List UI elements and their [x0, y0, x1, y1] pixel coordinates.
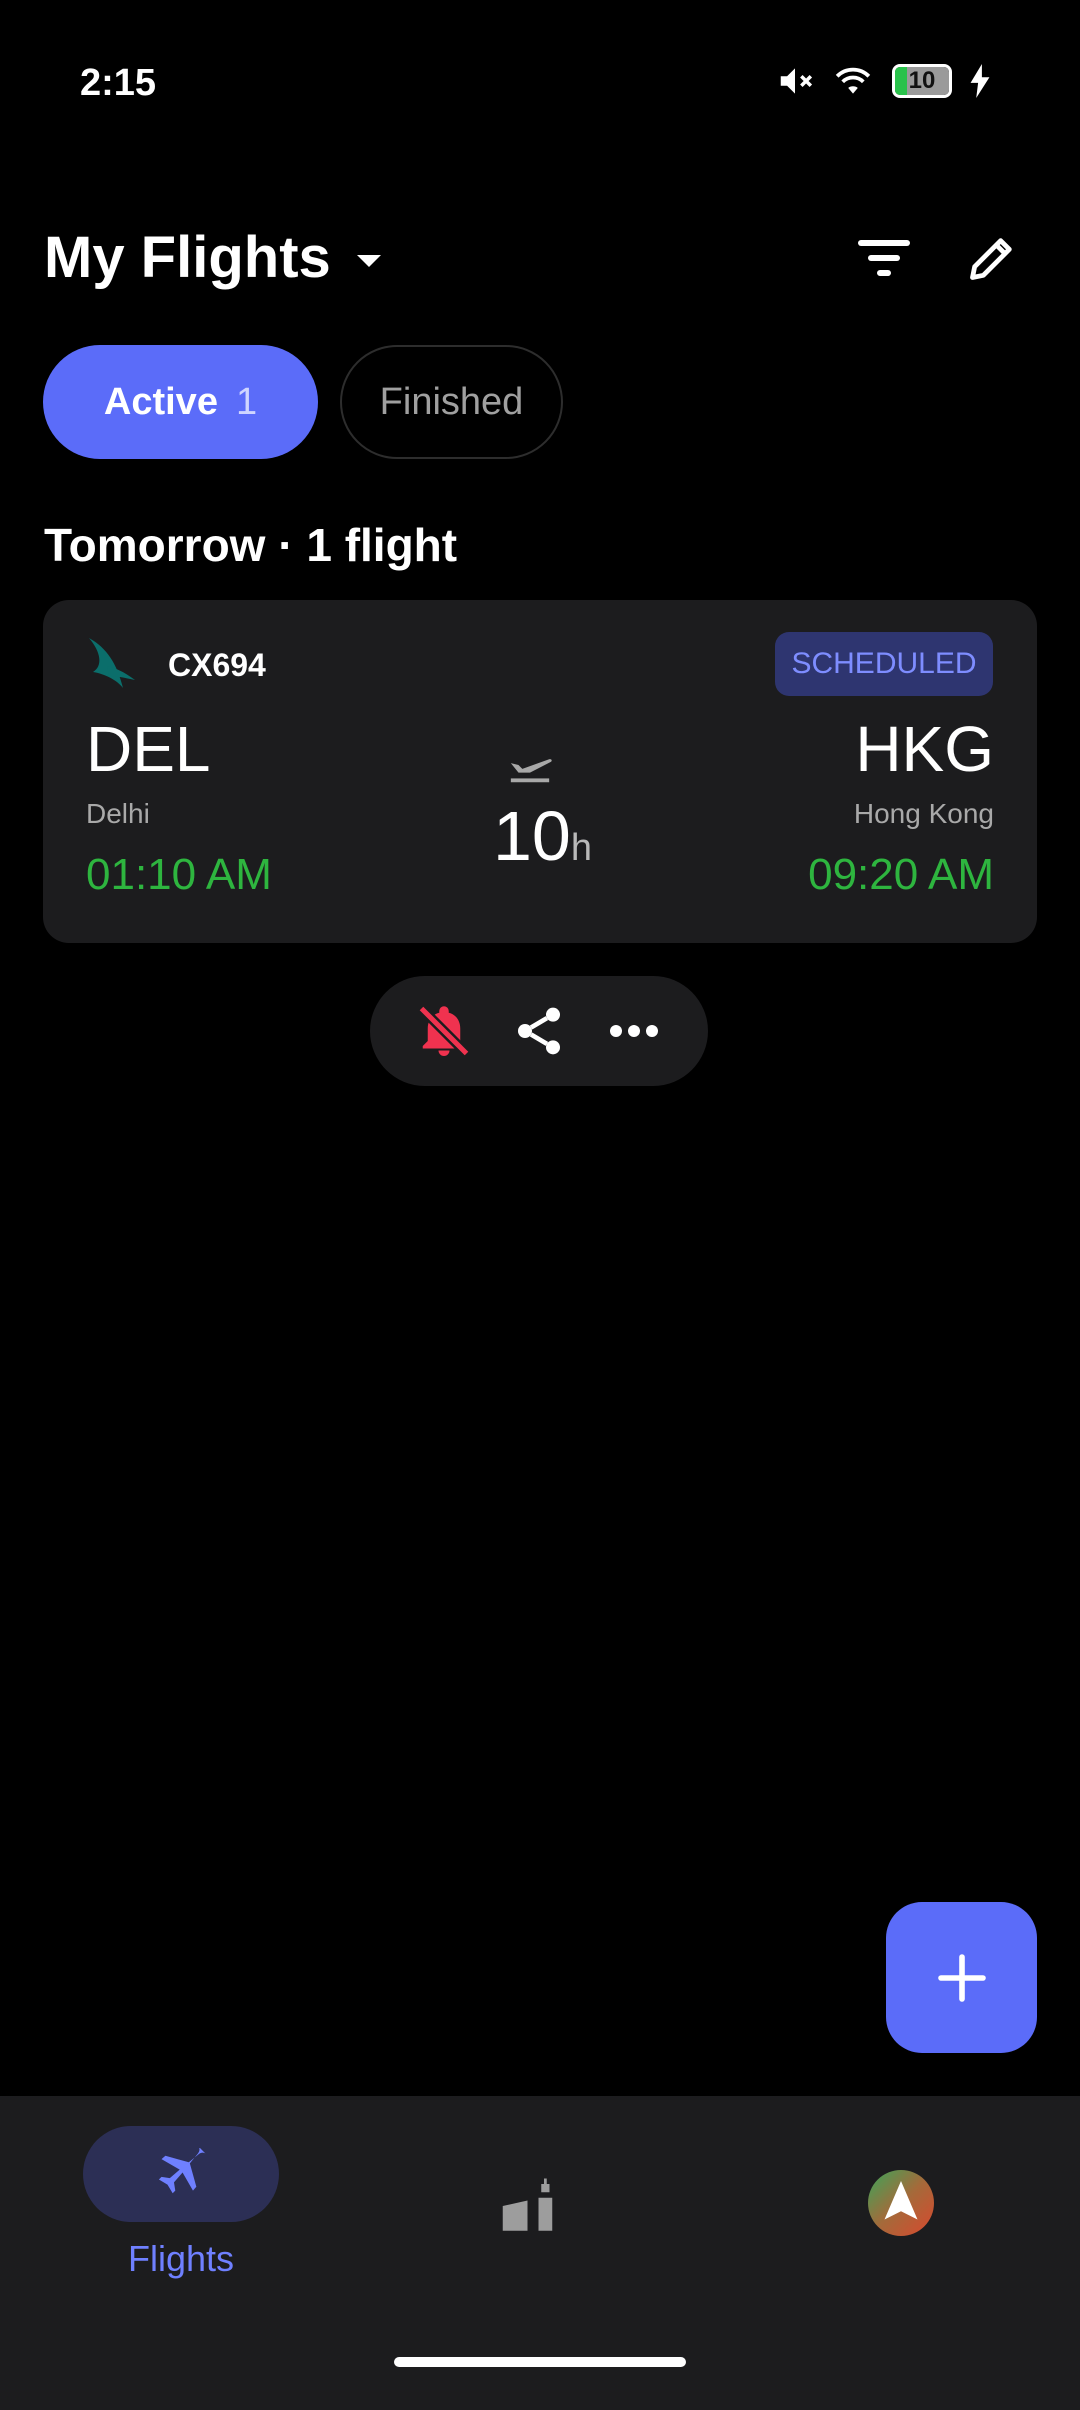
- tab-finished-label: Finished: [379, 380, 524, 423]
- battery-level: 10: [908, 67, 936, 94]
- origin-code: DEL: [86, 713, 211, 785]
- takeoff-icon: [510, 759, 552, 783]
- flight-card[interactable]: CX694 SCHEDULED DEL Delhi 01:10 AM 10h H…: [43, 600, 1037, 943]
- duration-unit: h: [570, 827, 593, 869]
- flight-actions: [370, 976, 708, 1086]
- status-time: 2:15: [80, 62, 157, 104]
- charging-icon: [970, 64, 990, 98]
- home-indicator: [394, 2357, 686, 2367]
- share-button[interactable]: [504, 996, 574, 1066]
- status-badge: SCHEDULED: [775, 632, 993, 696]
- share-icon: [517, 1007, 560, 1055]
- alerts-off-icon: [417, 1004, 470, 1058]
- caret-down-icon: [356, 254, 381, 267]
- add-flight-button[interactable]: [886, 1902, 1037, 2053]
- departure-time: 01:10 AM: [86, 850, 272, 899]
- nav-profile[interactable]: [868, 2170, 934, 2236]
- nav-flights-indicator: [83, 2126, 279, 2222]
- origin-city: Delhi: [86, 798, 150, 829]
- nav-flights[interactable]: Flights: [83, 2126, 279, 2280]
- flight-number: CX694: [168, 647, 266, 683]
- tab-active-count: 1: [235, 380, 258, 423]
- mute-icon: [780, 68, 813, 94]
- nav-flights-label: Flights: [127, 2238, 235, 2279]
- battery-icon: 10: [892, 64, 952, 98]
- add-icon: [937, 1953, 986, 2002]
- tab-finished[interactable]: Finished: [340, 345, 563, 459]
- airplane-icon: [158, 2148, 206, 2194]
- airport-icon: [502, 2178, 553, 2231]
- alerts-toggle-button[interactable]: [409, 996, 479, 1066]
- edit-button[interactable]: [956, 222, 1028, 294]
- status-icons: 10: [776, 62, 990, 100]
- destination-city: Hong Kong: [853, 798, 994, 829]
- arrival-time: 09:20 AM: [808, 850, 994, 899]
- flight-duration: 10h: [493, 796, 592, 876]
- wifi-icon: [835, 67, 871, 94]
- my-flights-dropdown[interactable]: My Flights: [44, 224, 381, 291]
- airline-logo: [89, 638, 135, 688]
- nav-airports[interactable]: [500, 2178, 566, 2234]
- edit-icon: [970, 238, 1012, 280]
- duration-value: 10: [493, 797, 571, 875]
- filter-button[interactable]: [848, 222, 920, 294]
- destination-code: HKG: [855, 713, 994, 785]
- more-button[interactable]: [599, 996, 669, 1066]
- tab-active[interactable]: Active 1: [43, 345, 318, 459]
- section-heading: Tomorrow · 1 flight: [44, 519, 458, 571]
- navigation-icon: [868, 2170, 934, 2236]
- tab-active-label: Active: [103, 380, 218, 423]
- more-icon: [610, 1025, 659, 1037]
- page-title: My Flights: [44, 225, 331, 290]
- filter-icon: [858, 240, 910, 276]
